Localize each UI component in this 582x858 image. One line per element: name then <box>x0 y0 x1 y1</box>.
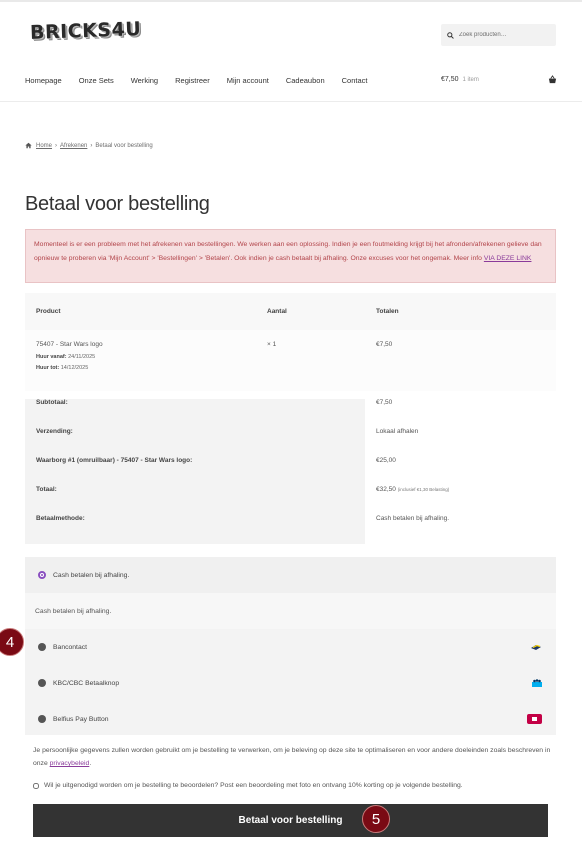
table-row: Waarborg #1 (omruilbaar) - 75407 - Star … <box>25 457 556 486</box>
table-row: 75407 - Star Wars logo Huur vanaf: 24/11… <box>25 330 556 391</box>
radio-button[interactable] <box>38 643 46 651</box>
bancontact-icon <box>531 644 541 650</box>
rent-from: Huur vanaf: 24/11/2025 <box>36 354 96 360</box>
cart-amount: €7,50 <box>441 76 459 83</box>
table-row <box>25 391 556 399</box>
privacy-link[interactable]: privacybeleid <box>50 760 90 767</box>
privacy-notice: Je persoonlijke gegevens zullen worden g… <box>33 744 553 770</box>
payment-label: Bancontact <box>53 643 88 651</box>
radio-button[interactable] <box>38 715 46 723</box>
home-icon <box>25 142 32 149</box>
header-cart[interactable]: €7,50 1 item <box>441 75 557 84</box>
payment-label: KBC/CBC Betaalknop <box>53 679 120 687</box>
pay-order-button[interactable]: Betaal voor bestelling <box>33 804 548 837</box>
search-icon <box>447 31 454 39</box>
product-name: 75407 - Star Wars logo <box>36 341 103 348</box>
page-title: Betaal voor bestelling <box>25 193 210 215</box>
payment-label: Cash betalen bij afhaling. <box>53 571 130 579</box>
kbc-icon <box>532 679 542 687</box>
product-cell: 75407 - Star Wars logo Huur vanaf: 24/11… <box>25 330 256 391</box>
totals-label: Verzending: <box>25 428 365 457</box>
col-header-totals: Totalen <box>365 293 556 330</box>
col-header-product: Product <box>25 293 256 330</box>
table-row: Subtotaal: €7,50 <box>25 399 556 428</box>
rent-to: Huur tot: 14/12/2025 <box>36 365 89 371</box>
col-header-quantity: Aantal <box>256 293 365 330</box>
notice-link[interactable]: VIA DEZE LINK <box>484 255 532 262</box>
basket-icon[interactable] <box>548 75 557 84</box>
header-divider <box>0 101 582 102</box>
search-box[interactable] <box>441 24 556 46</box>
top-border <box>0 0 582 2</box>
totals-label: Totaal: <box>25 486 365 515</box>
site-logo[interactable]: BRICKS4U <box>30 18 142 50</box>
totals-value: €32,50 (inclusief €1,30 Belasting) <box>365 486 556 515</box>
belfius-icon <box>527 714 542 724</box>
payment-description: Cash betalen bij afhaling. <box>25 593 556 629</box>
nav-werking[interactable]: Werking <box>131 76 158 85</box>
breadcrumb-home[interactable]: Home <box>36 143 52 149</box>
payment-option-kbc[interactable]: KBC/CBC Betaalknop <box>25 665 556 701</box>
nav-onze-sets[interactable]: Onze Sets <box>79 76 114 85</box>
item-total-cell: €7,50 <box>365 330 556 391</box>
quantity-cell: × 1 <box>256 330 365 391</box>
table-row: Betaalmethode: Cash betalen bij afhaling… <box>25 515 556 544</box>
table-row: Verzending: Lokaal afhalen <box>25 428 556 457</box>
review-optin[interactable]: Wil je uitgenodigd worden om je bestelli… <box>33 782 463 789</box>
radio-button[interactable] <box>38 679 46 687</box>
tax-note: (inclusief €1,30 Belasting) <box>397 487 450 492</box>
table-row: Totaal: €32,50 (inclusief €1,30 Belastin… <box>25 486 556 515</box>
main-nav: Homepage Onze Sets Werking Registreer Mi… <box>25 76 384 85</box>
nav-homepage[interactable]: Homepage <box>25 76 62 85</box>
logo-text: BRICKS4U <box>29 18 142 44</box>
totals-value: Lokaal afhalen <box>365 428 556 457</box>
breadcrumb-current: Betaal voor bestelling <box>95 142 153 149</box>
privacy-end: . <box>89 760 92 767</box>
totals-label: Subtotaal: <box>25 399 365 428</box>
totals-value: €25,00 <box>365 457 556 486</box>
radio-selected[interactable] <box>38 571 46 579</box>
error-notice: Momenteel is er een probleem met het afr… <box>25 229 556 283</box>
payment-option-bancontact[interactable]: Bancontact <box>25 629 556 665</box>
review-optin-label: Wil je uitgenodigd worden om je bestelli… <box>44 782 463 789</box>
totals-value: Cash betalen bij afhaling. <box>365 515 556 544</box>
totals-label: Betaalmethode: <box>25 515 365 544</box>
payment-methods: Cash betalen bij afhaling. Cash betalen … <box>25 557 556 735</box>
nav-cadeaubon[interactable]: Cadeaubon <box>286 76 325 85</box>
search-input[interactable] <box>459 32 549 38</box>
notice-text: Momenteel is er een probleem met het afr… <box>34 241 542 262</box>
order-table: Product Aantal Totalen 75407 - Star Wars… <box>25 293 556 544</box>
breadcrumb-separator: › <box>90 142 93 149</box>
cart-count: 1 item <box>462 76 479 83</box>
breadcrumb-separator: › <box>55 142 58 149</box>
breadcrumb: Home › Afrekenen › Betaal voor bestellin… <box>25 142 153 149</box>
nav-registreer[interactable]: Registreer <box>175 76 210 85</box>
review-checkbox[interactable] <box>33 782 39 789</box>
nav-contact[interactable]: Contact <box>342 76 368 85</box>
totals-label: Waarborg #1 (omruilbaar) - 75407 - Star … <box>25 457 365 486</box>
grand-total: €32,50 <box>376 486 396 493</box>
totals-value: €7,50 <box>365 399 556 428</box>
step-badge-5: 5 <box>362 805 390 833</box>
breadcrumb-checkout[interactable]: Afrekenen <box>60 143 87 149</box>
nav-mijn-account[interactable]: Mijn account <box>227 76 269 85</box>
privacy-text: Je persoonlijke gegevens zullen worden g… <box>33 747 551 767</box>
step-badge-4: 4 <box>0 628 24 656</box>
payment-option-cash[interactable]: Cash betalen bij afhaling. <box>25 557 556 593</box>
payment-label: Belfius Pay Button <box>53 715 109 723</box>
payment-option-belfius[interactable]: Belfius Pay Button <box>25 701 556 737</box>
